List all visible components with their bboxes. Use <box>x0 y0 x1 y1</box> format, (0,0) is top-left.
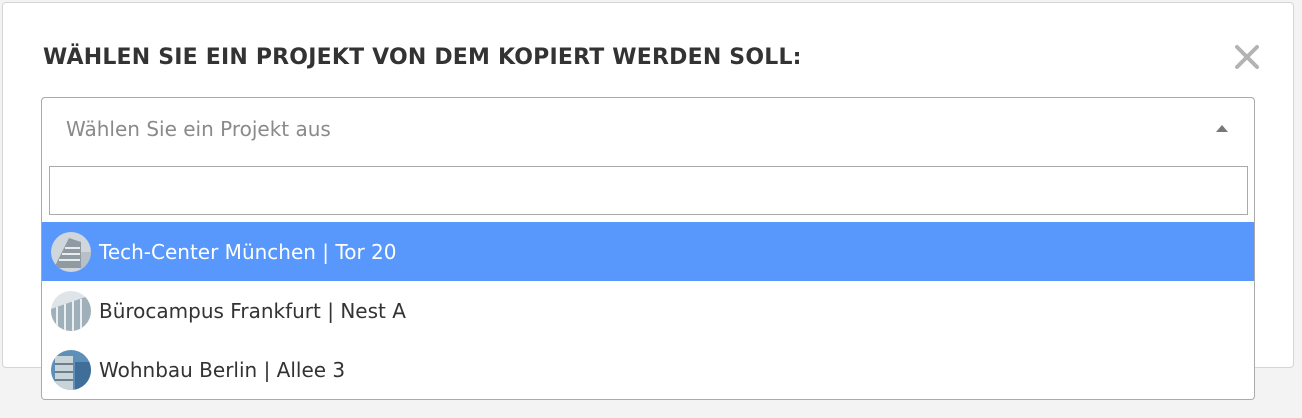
option-buerocampus-frankfurt[interactable]: Bürocampus Frankfurt | Nest A <box>42 281 1254 340</box>
option-wohnbau-berlin[interactable]: Wohnbau Berlin | Allee 3 <box>42 340 1254 399</box>
building-thumbnail-icon <box>51 290 91 331</box>
building-thumbnail-icon <box>51 231 91 272</box>
search-input[interactable] <box>49 166 1248 215</box>
caret-up-icon <box>1216 125 1228 132</box>
option-label: Wohnbau Berlin | Allee 3 <box>99 357 346 382</box>
project-dropdown: Tech-Center München | Tor 20 Bürocampus … <box>41 158 1255 400</box>
close-button[interactable] <box>1231 40 1263 74</box>
project-select[interactable]: Wählen Sie ein Projekt aus <box>41 97 1255 159</box>
select-placeholder: Wählen Sie ein Projekt aus <box>66 117 331 141</box>
dialog-title: WÄHLEN SIE EIN PROJEKT VON DEM KOPIERT W… <box>43 45 802 70</box>
option-label: Bürocampus Frankfurt | Nest A <box>99 298 406 323</box>
option-label: Tech-Center München | Tor 20 <box>99 239 397 264</box>
option-tech-center-muenchen[interactable]: Tech-Center München | Tor 20 <box>42 222 1254 281</box>
close-icon <box>1234 44 1260 70</box>
building-thumbnail-icon <box>51 349 91 390</box>
